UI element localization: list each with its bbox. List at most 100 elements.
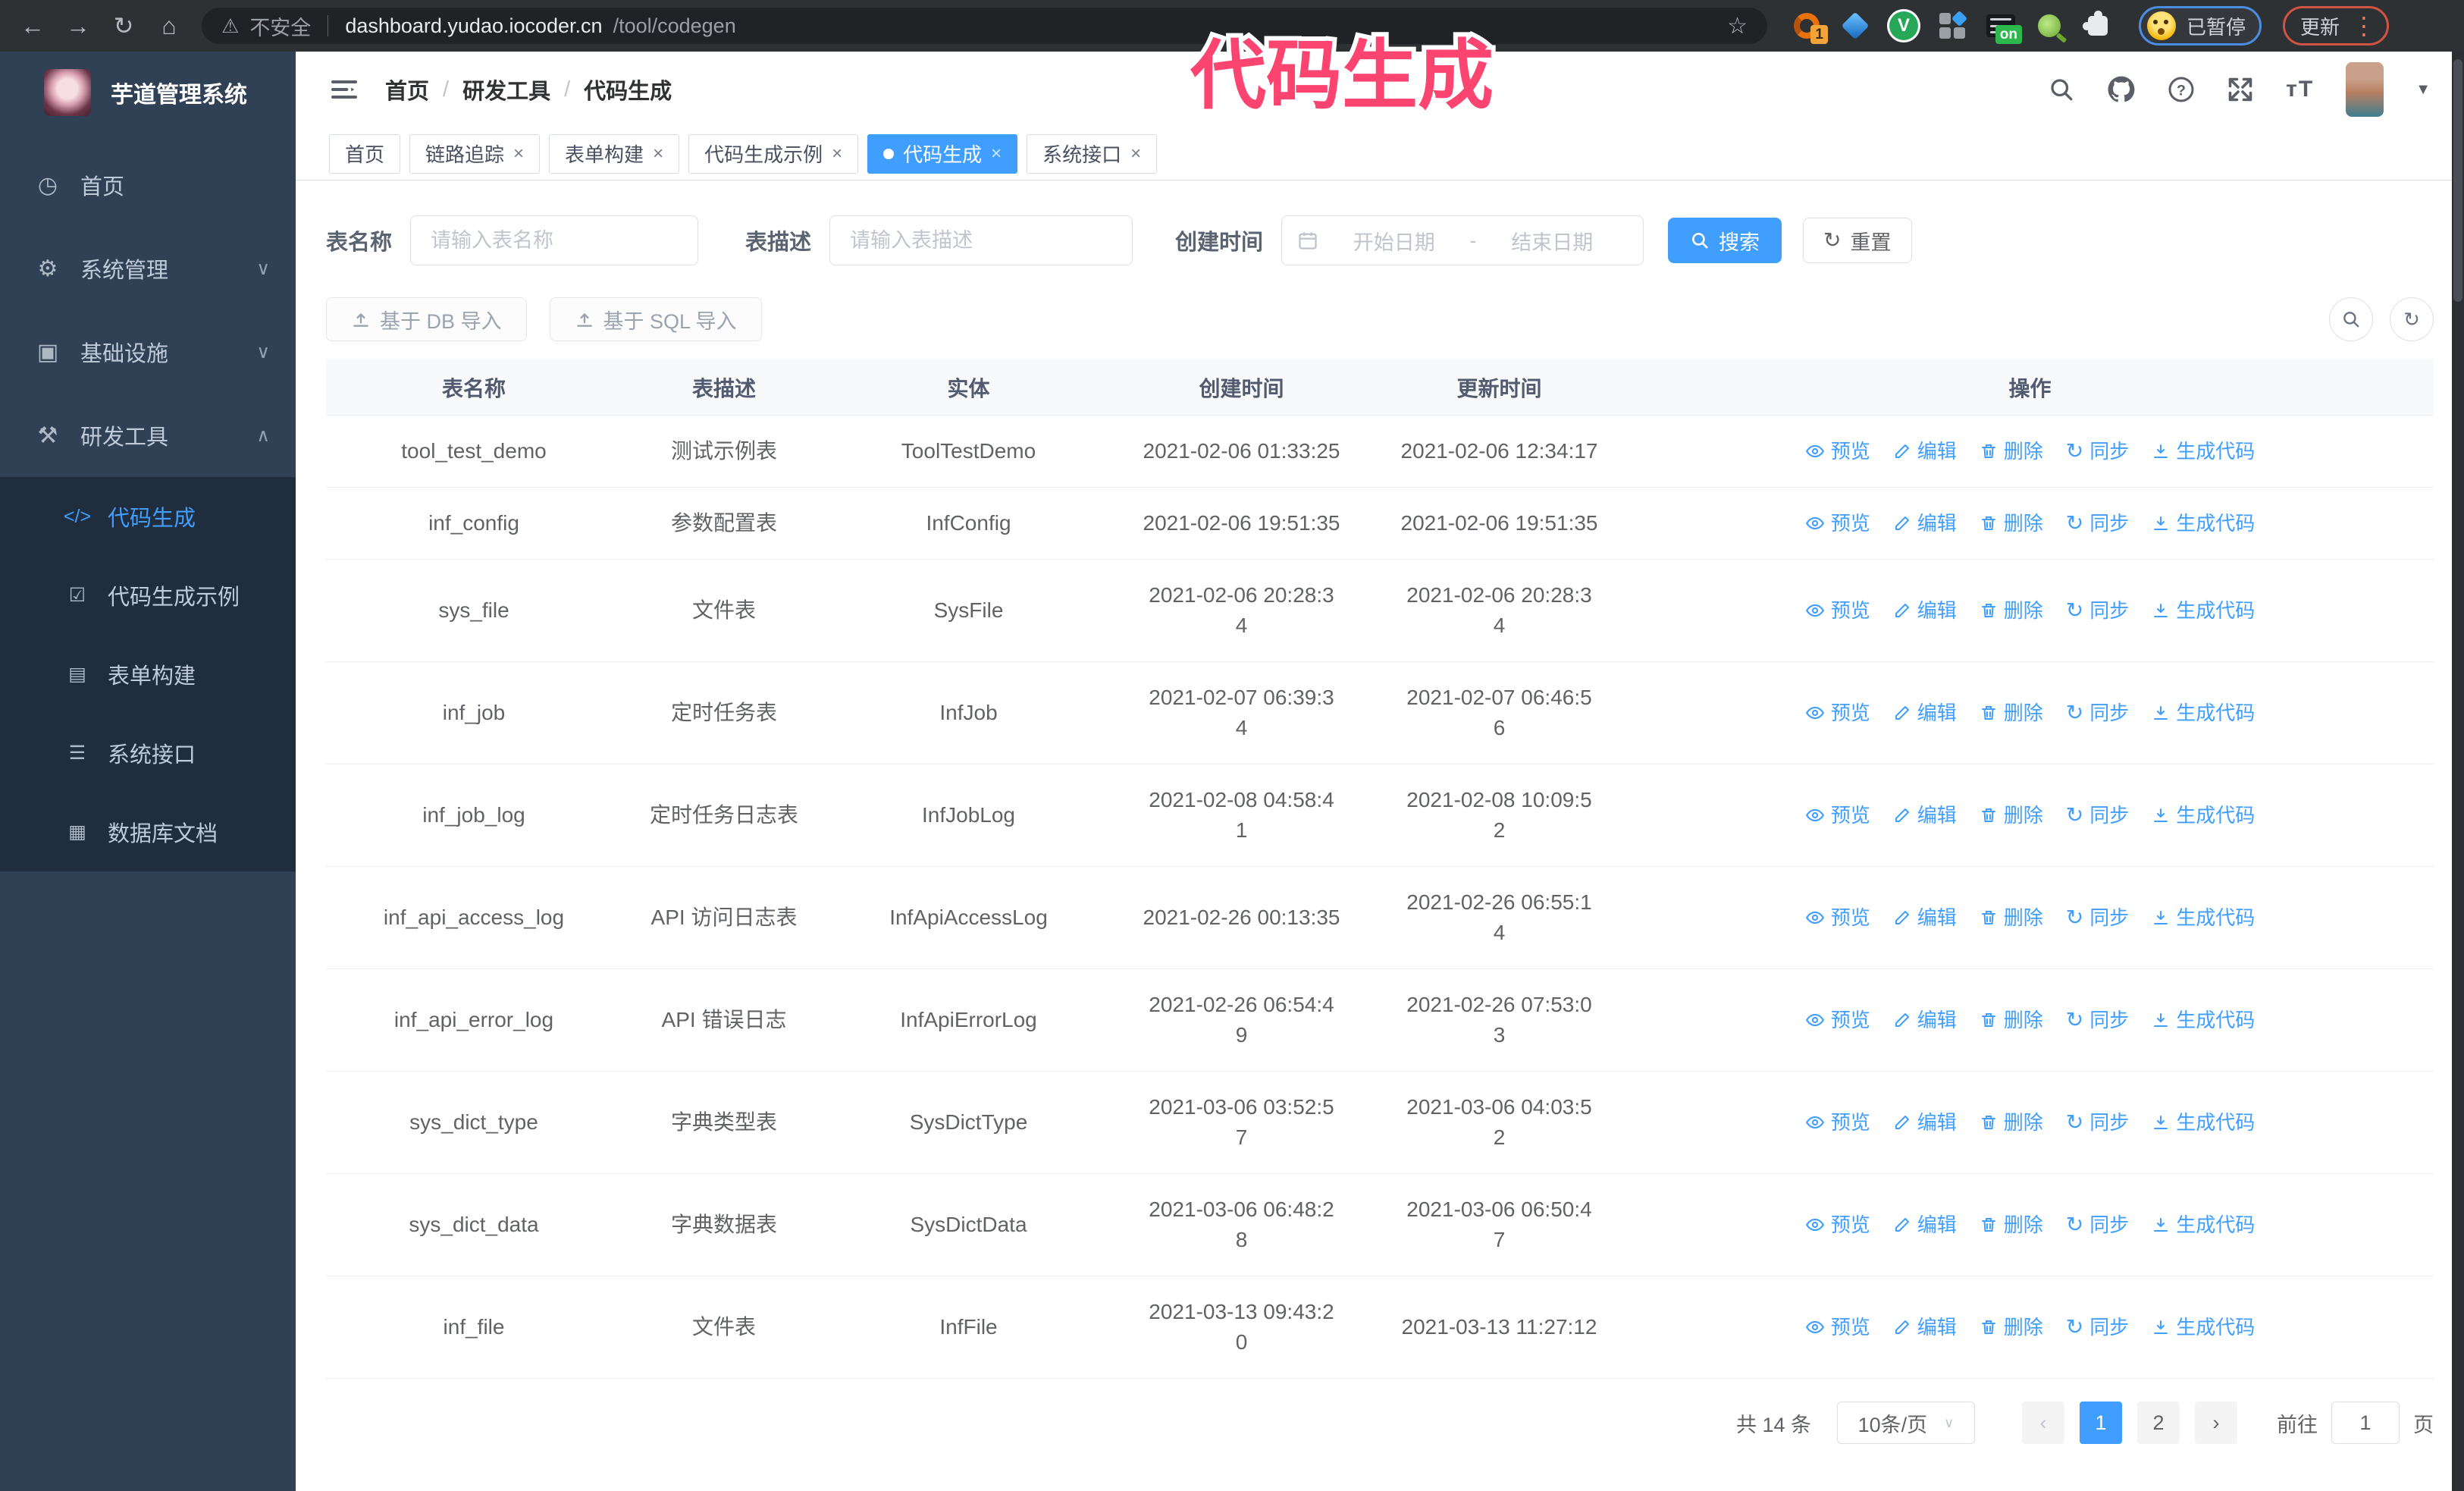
sync-link[interactable]: ↻ 同步 bbox=[2066, 698, 2129, 728]
extension-orange-icon[interactable]: 1 bbox=[1792, 11, 1828, 44]
edit-link[interactable]: 编辑 bbox=[1893, 508, 1957, 538]
search-button[interactable]: 搜索 bbox=[1668, 218, 1782, 263]
sidebar-item[interactable]: ▣ 基础设施 ∨ bbox=[0, 310, 296, 394]
hamburger-icon[interactable] bbox=[329, 74, 359, 105]
search-icon[interactable] bbox=[2048, 76, 2075, 103]
generate-code-link[interactable]: 生成代码 bbox=[2152, 800, 2255, 830]
sync-link[interactable]: ↻ 同步 bbox=[2066, 1210, 2129, 1240]
browser-update-button[interactable]: 更新 ⋮ bbox=[2283, 6, 2390, 46]
edit-link[interactable]: 编辑 bbox=[1893, 1312, 1957, 1342]
preview-link[interactable]: 预览 bbox=[1805, 436, 1870, 466]
date-range-picker[interactable]: 开始日期 - 结束日期 bbox=[1281, 215, 1644, 265]
sidebar-item[interactable]: ⚒ 研发工具 ∧ bbox=[0, 394, 296, 477]
puzzle-icon[interactable] bbox=[2083, 11, 2113, 41]
edit-link[interactable]: 编辑 bbox=[1893, 436, 1957, 466]
scrollbar-thumb[interactable] bbox=[2453, 59, 2462, 302]
kebab-menu-icon[interactable]: ⋮ bbox=[2352, 14, 2376, 38]
preview-link[interactable]: 预览 bbox=[1805, 800, 1870, 830]
generate-code-link[interactable]: 生成代码 bbox=[2152, 1312, 2255, 1342]
profile-paused-button[interactable]: 已暂停 bbox=[2139, 6, 2262, 46]
edit-link[interactable]: 编辑 bbox=[1893, 902, 1957, 933]
preview-link[interactable]: 预览 bbox=[1805, 1005, 1870, 1035]
preview-link[interactable]: 预览 bbox=[1805, 698, 1870, 728]
chevron-down-icon[interactable]: ▼ bbox=[2415, 81, 2431, 99]
sync-link[interactable]: ↻ 同步 bbox=[2066, 1107, 2129, 1138]
preview-link[interactable]: 预览 bbox=[1805, 595, 1870, 626]
home-icon[interactable]: ⌂ bbox=[149, 12, 190, 40]
preview-link[interactable]: 预览 bbox=[1805, 902, 1870, 933]
sync-link[interactable]: ↻ 同步 bbox=[2066, 508, 2129, 538]
window-scrollbar[interactable] bbox=[2452, 52, 2464, 1491]
breadcrumb-item[interactable]: 代码生成 bbox=[584, 74, 672, 105]
close-icon[interactable]: × bbox=[653, 144, 663, 163]
prev-page-button[interactable]: ‹ bbox=[2022, 1402, 2064, 1444]
delete-link[interactable]: 删除 bbox=[1980, 1005, 2043, 1035]
delete-link[interactable]: 删除 bbox=[1980, 698, 2043, 728]
bookmark-star-icon[interactable]: ☆ bbox=[1727, 13, 1748, 39]
preview-link[interactable]: 预览 bbox=[1805, 1210, 1870, 1240]
delete-link[interactable]: 删除 bbox=[1980, 1312, 2043, 1342]
table-name-input[interactable] bbox=[410, 215, 699, 265]
page-number-button[interactable]: 1 bbox=[2080, 1402, 2122, 1444]
sidebar-item[interactable]: ⚙ 系统管理 ∨ bbox=[0, 227, 296, 310]
extension-squares-icon[interactable] bbox=[1937, 10, 1968, 41]
sidebar-subitem[interactable]: ▤ 表单构建 bbox=[0, 635, 296, 714]
preview-link[interactable]: 预览 bbox=[1805, 1312, 1870, 1342]
view-tab[interactable]: 表单构建 × bbox=[549, 133, 680, 174]
delete-link[interactable]: 删除 bbox=[1980, 902, 2043, 933]
edit-link[interactable]: 编辑 bbox=[1893, 595, 1957, 626]
generate-code-link[interactable]: 生成代码 bbox=[2152, 1107, 2255, 1138]
page-size-select[interactable]: 10条/页 ∨ bbox=[1837, 1402, 1975, 1444]
extension-proxy-icon[interactable]: on bbox=[1986, 11, 2022, 44]
extension-green-circle-icon[interactable]: V bbox=[1889, 11, 1919, 41]
breadcrumb-item[interactable]: 首页 bbox=[385, 74, 429, 105]
generate-code-link[interactable]: 生成代码 bbox=[2152, 1005, 2255, 1035]
sidebar-subitem[interactable]: ☰ 系统接口 bbox=[0, 714, 296, 793]
view-tab[interactable]: 代码生成 × bbox=[867, 133, 1018, 174]
edit-link[interactable]: 编辑 bbox=[1893, 1210, 1957, 1240]
table-desc-input[interactable] bbox=[829, 215, 1133, 265]
sidebar-subitem[interactable]: </> 代码生成 bbox=[0, 477, 296, 556]
close-icon[interactable]: × bbox=[832, 144, 842, 163]
next-page-button[interactable]: › bbox=[2195, 1402, 2237, 1444]
delete-link[interactable]: 删除 bbox=[1980, 800, 2043, 830]
sidebar-subitem[interactable]: ☑ 代码生成示例 bbox=[0, 556, 296, 635]
close-icon[interactable]: × bbox=[513, 144, 524, 163]
sync-link[interactable]: ↻ 同步 bbox=[2066, 595, 2129, 626]
close-icon[interactable]: × bbox=[1130, 144, 1141, 163]
generate-code-link[interactable]: 生成代码 bbox=[2152, 902, 2255, 933]
sync-link[interactable]: ↻ 同步 bbox=[2066, 902, 2129, 933]
refresh-table-button[interactable]: ↻ bbox=[2390, 297, 2434, 341]
sync-link[interactable]: ↻ 同步 bbox=[2066, 1312, 2129, 1342]
edit-link[interactable]: 编辑 bbox=[1893, 1107, 1957, 1138]
view-tab[interactable]: 代码生成示例 × bbox=[688, 133, 859, 174]
edit-link[interactable]: 编辑 bbox=[1893, 800, 1957, 830]
view-tab[interactable]: 首页 bbox=[329, 133, 401, 174]
delete-link[interactable]: 删除 bbox=[1980, 508, 2043, 538]
app-logo[interactable]: 芋道管理系统 bbox=[0, 52, 296, 133]
font-size-icon[interactable]: ᴛT bbox=[2286, 77, 2314, 102]
close-icon[interactable]: × bbox=[991, 144, 1002, 163]
generate-code-link[interactable]: 生成代码 bbox=[2152, 1210, 2255, 1240]
preview-link[interactable]: 预览 bbox=[1805, 508, 1870, 538]
sync-link[interactable]: ↻ 同步 bbox=[2066, 1005, 2129, 1035]
back-icon[interactable]: ← bbox=[12, 12, 53, 40]
fullscreen-icon[interactable] bbox=[2227, 76, 2254, 103]
preview-link[interactable]: 预览 bbox=[1805, 1107, 1870, 1138]
toggle-search-button[interactable] bbox=[2329, 297, 2373, 341]
extension-key-icon[interactable] bbox=[2034, 11, 2064, 41]
sidebar-item[interactable]: ◷ 首页 bbox=[0, 143, 296, 227]
page-number-button[interactable]: 2 bbox=[2137, 1402, 2180, 1444]
address-bar[interactable]: ⚠ 不安全 dashboard.yudao.iocoder.cn/tool/co… bbox=[202, 8, 1767, 44]
breadcrumb-item[interactable]: 研发工具 bbox=[462, 74, 550, 105]
sync-link[interactable]: ↻ 同步 bbox=[2066, 800, 2129, 830]
user-avatar[interactable] bbox=[2346, 62, 2384, 117]
help-icon[interactable]: ? bbox=[2168, 76, 2195, 103]
sync-link[interactable]: ↻ 同步 bbox=[2066, 436, 2129, 466]
import-sql-button[interactable]: 基于 SQL 导入 bbox=[549, 297, 762, 341]
view-tab[interactable]: 链路追踪 × bbox=[409, 133, 541, 174]
forward-icon[interactable]: → bbox=[58, 12, 99, 40]
reset-button[interactable]: ↻ 重置 bbox=[1803, 218, 1912, 263]
delete-link[interactable]: 删除 bbox=[1980, 1210, 2043, 1240]
extension-gem-icon[interactable] bbox=[1840, 11, 1870, 41]
